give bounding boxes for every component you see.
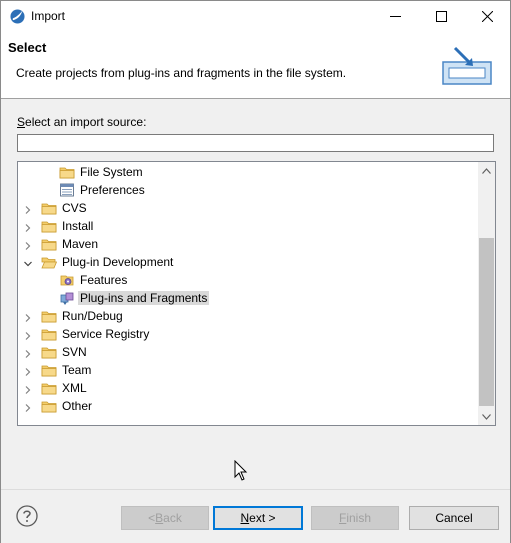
close-icon bbox=[481, 11, 493, 22]
folder-icon bbox=[41, 218, 57, 234]
chevron-right-icon[interactable] bbox=[23, 312, 33, 322]
mnemonic: F bbox=[338, 511, 347, 525]
wizard-body: Select an import source: File System Pref… bbox=[1, 99, 510, 489]
help-icon[interactable] bbox=[16, 505, 38, 527]
scroll-up-button[interactable] bbox=[478, 162, 495, 179]
next-button[interactable]: Next > bbox=[213, 506, 303, 530]
features-icon bbox=[59, 272, 75, 288]
scroll-down-button[interactable] bbox=[478, 408, 495, 425]
wizard-header: Select Create projects from plug-ins and… bbox=[1, 32, 510, 99]
button-label-part: ext > bbox=[249, 511, 276, 525]
tree-item-label: Other bbox=[62, 399, 93, 413]
tree-item-label: Features bbox=[80, 273, 128, 287]
folder-icon bbox=[41, 236, 57, 252]
tree-item[interactable]: Plug-in Development bbox=[18, 253, 478, 271]
tree-item-label: Maven bbox=[62, 237, 99, 251]
tree-item-label: Service Registry bbox=[62, 327, 150, 341]
chevron-up-icon bbox=[482, 167, 491, 174]
button-label-part: ack bbox=[163, 511, 182, 525]
button-label-part: < bbox=[148, 511, 156, 525]
plugins-icon bbox=[59, 290, 75, 306]
import-banner-icon bbox=[442, 46, 492, 85]
minimize-button[interactable] bbox=[372, 1, 418, 32]
tree-item[interactable]: File System bbox=[18, 163, 478, 181]
finish-button[interactable]: Finish bbox=[311, 506, 399, 530]
chevron-right-icon[interactable] bbox=[23, 384, 33, 394]
folder-icon bbox=[41, 326, 57, 342]
chevron-right-icon[interactable] bbox=[23, 222, 33, 232]
import-source-label-text: elect an import source: bbox=[25, 115, 147, 129]
maximize-button[interactable] bbox=[418, 1, 464, 32]
tree-item[interactable]: Plug-ins and Fragments bbox=[18, 289, 478, 307]
tree-item-label: Team bbox=[62, 363, 92, 377]
tree-item-label: CVS bbox=[62, 201, 87, 215]
eclipse-app-icon bbox=[10, 9, 25, 24]
cancel-button[interactable]: Cancel bbox=[409, 506, 499, 530]
tree-item[interactable]: Preferences bbox=[18, 181, 478, 199]
close-button[interactable] bbox=[464, 1, 510, 32]
preferences-icon bbox=[59, 182, 75, 198]
tree-item[interactable]: Run/Debug bbox=[18, 307, 478, 325]
chevron-right-icon[interactable] bbox=[23, 366, 33, 376]
maximize-icon bbox=[435, 11, 447, 22]
tree-item[interactable]: Other bbox=[18, 397, 478, 415]
chevron-right-icon[interactable] bbox=[23, 330, 33, 340]
chevron-right-icon[interactable] bbox=[23, 402, 33, 412]
vertical-scrollbar[interactable] bbox=[478, 162, 495, 425]
folder-icon bbox=[41, 344, 57, 360]
folder-icon bbox=[41, 200, 57, 216]
chevron-down-icon[interactable] bbox=[23, 258, 33, 268]
filter-input[interactable] bbox=[17, 134, 494, 152]
title-bar[interactable]: Import bbox=[1, 1, 510, 32]
chevron-right-icon[interactable] bbox=[23, 348, 33, 358]
mnemonic: B bbox=[155, 511, 164, 525]
mnemonic: S bbox=[17, 115, 26, 129]
tree-item-label: SVN bbox=[62, 345, 87, 359]
minimize-icon bbox=[389, 16, 401, 17]
import-source-tree[interactable]: File System Preferences CVS Install Maven Plu… bbox=[17, 161, 496, 426]
button-label-part: inish bbox=[346, 511, 372, 525]
folder-icon bbox=[41, 362, 57, 378]
tree-item[interactable]: Features bbox=[18, 271, 478, 289]
mouse-cursor-icon bbox=[234, 460, 248, 481]
tree-item-label: Plug-ins and Fragments bbox=[78, 291, 210, 305]
tree-item-label: Install bbox=[62, 219, 94, 233]
scrollbar-thumb[interactable] bbox=[479, 238, 494, 406]
mnemonic: N bbox=[240, 511, 250, 525]
import-source-label: Select an import source: bbox=[17, 115, 146, 129]
folder-open-icon bbox=[41, 254, 58, 270]
tree-item-label: Preferences bbox=[80, 183, 145, 197]
back-button[interactable]: < Back bbox=[121, 506, 209, 530]
import-dialog: Import Select Create projects from plug-… bbox=[0, 0, 511, 543]
tree-item[interactable]: Install bbox=[18, 217, 478, 235]
folder-icon bbox=[41, 308, 57, 324]
chevron-down-icon bbox=[482, 413, 491, 420]
tree-item-label: File System bbox=[80, 165, 143, 179]
tree-item[interactable]: XML bbox=[18, 379, 478, 397]
tree-item[interactable]: Team bbox=[18, 361, 478, 379]
tree-item[interactable]: Maven bbox=[18, 235, 478, 253]
wizard-footer: < Back Next > Finish Cancel bbox=[1, 489, 510, 543]
window-title: Import bbox=[31, 9, 66, 23]
tree-item-label: Plug-in Development bbox=[62, 255, 174, 269]
chevron-right-icon[interactable] bbox=[23, 240, 33, 250]
tree-item[interactable]: Service Registry bbox=[18, 325, 478, 343]
folder-icon bbox=[41, 380, 57, 396]
chevron-right-icon[interactable] bbox=[23, 204, 33, 214]
tree-item-label: Run/Debug bbox=[62, 309, 123, 323]
folder-icon bbox=[41, 398, 57, 414]
tree-item[interactable]: CVS bbox=[18, 199, 478, 217]
page-description: Create projects from plug-ins and fragme… bbox=[16, 66, 347, 80]
tree-item-label: XML bbox=[62, 381, 87, 395]
page-title: Select bbox=[8, 40, 47, 55]
folder-icon bbox=[59, 164, 75, 180]
tree-item[interactable]: SVN bbox=[18, 343, 478, 361]
